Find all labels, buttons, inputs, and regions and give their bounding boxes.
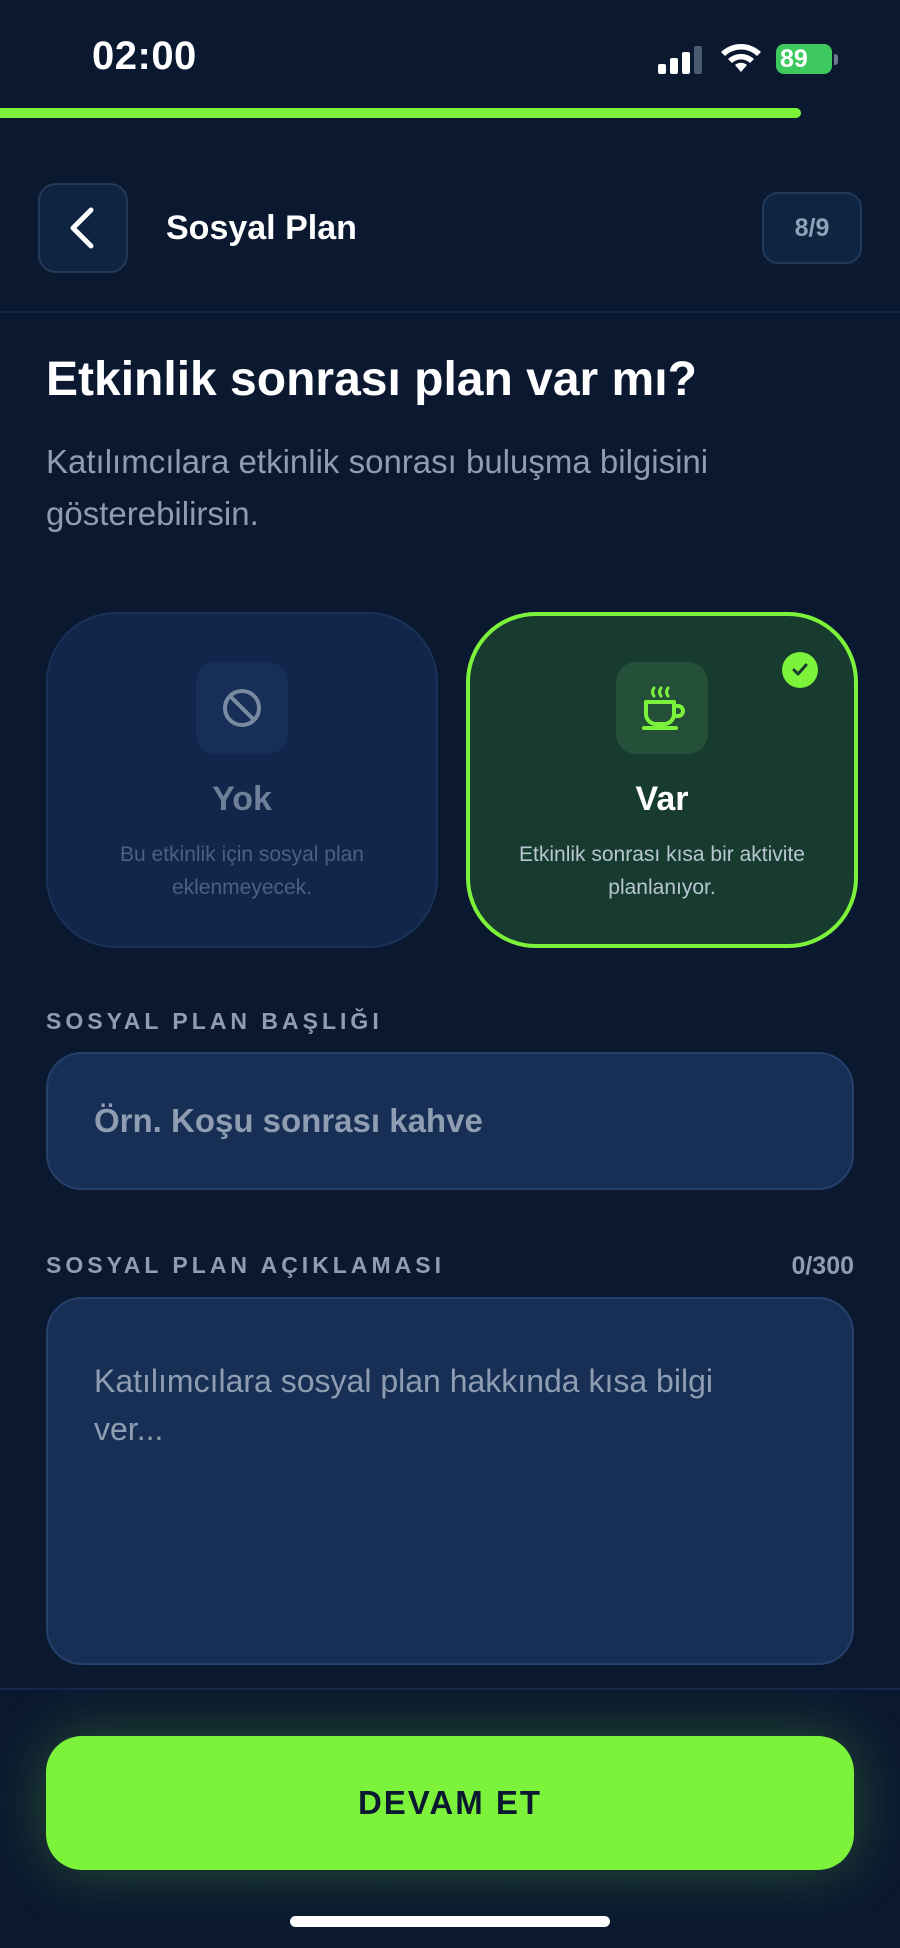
page-title: Sosyal Plan xyxy=(166,209,357,247)
home-indicator xyxy=(290,1916,610,1927)
option-card-yok[interactable]: Yok Bu etkinlik için sosyal plan eklenme… xyxy=(46,612,438,948)
wifi-icon xyxy=(721,44,761,72)
option-title: Yok xyxy=(212,780,272,818)
progress-bar xyxy=(0,108,900,118)
signal-icon xyxy=(658,46,702,74)
option-description: Etkinlik sonrası kısa bir aktivite planl… xyxy=(519,843,805,899)
battery-level: 89 xyxy=(780,45,808,73)
footer-divider xyxy=(0,1688,900,1690)
header-divider xyxy=(0,311,900,313)
plan-description-label: SOSYAL PLAN AÇIKLAMASI xyxy=(46,1252,445,1278)
coffee-cup-icon xyxy=(642,686,685,730)
continue-button[interactable]: DEVAM ET xyxy=(46,1736,854,1870)
option-card-var[interactable]: Var Etkinlik sonrası kısa bir aktivite p… xyxy=(466,612,858,948)
option-title: Var xyxy=(635,780,689,818)
option-description: Bu etkinlik için sosyal plan eklenmeyece… xyxy=(120,843,364,899)
option-icon-box xyxy=(616,662,708,754)
check-icon xyxy=(782,652,818,688)
back-button[interactable] xyxy=(38,183,128,273)
status-time: 02:00 xyxy=(92,34,197,78)
chevron-left-icon xyxy=(70,207,94,249)
option-icon-box xyxy=(196,662,288,754)
prohibited-icon xyxy=(223,689,261,727)
question-title: Etkinlik sonrası plan var mı? xyxy=(46,353,697,406)
plan-title-input[interactable] xyxy=(46,1052,854,1190)
question-subtitle: Katılımcılara etkinlik sonrası buluşma b… xyxy=(46,443,709,532)
step-badge: 8/9 xyxy=(762,192,862,264)
progress-fill xyxy=(0,108,801,118)
plan-description-textarea[interactable] xyxy=(46,1297,854,1665)
plan-title-label: SOSYAL PLAN BAŞLIĞI xyxy=(46,1008,383,1034)
char-counter: 0/300 xyxy=(791,1252,854,1280)
battery-icon: 89 xyxy=(776,44,840,76)
